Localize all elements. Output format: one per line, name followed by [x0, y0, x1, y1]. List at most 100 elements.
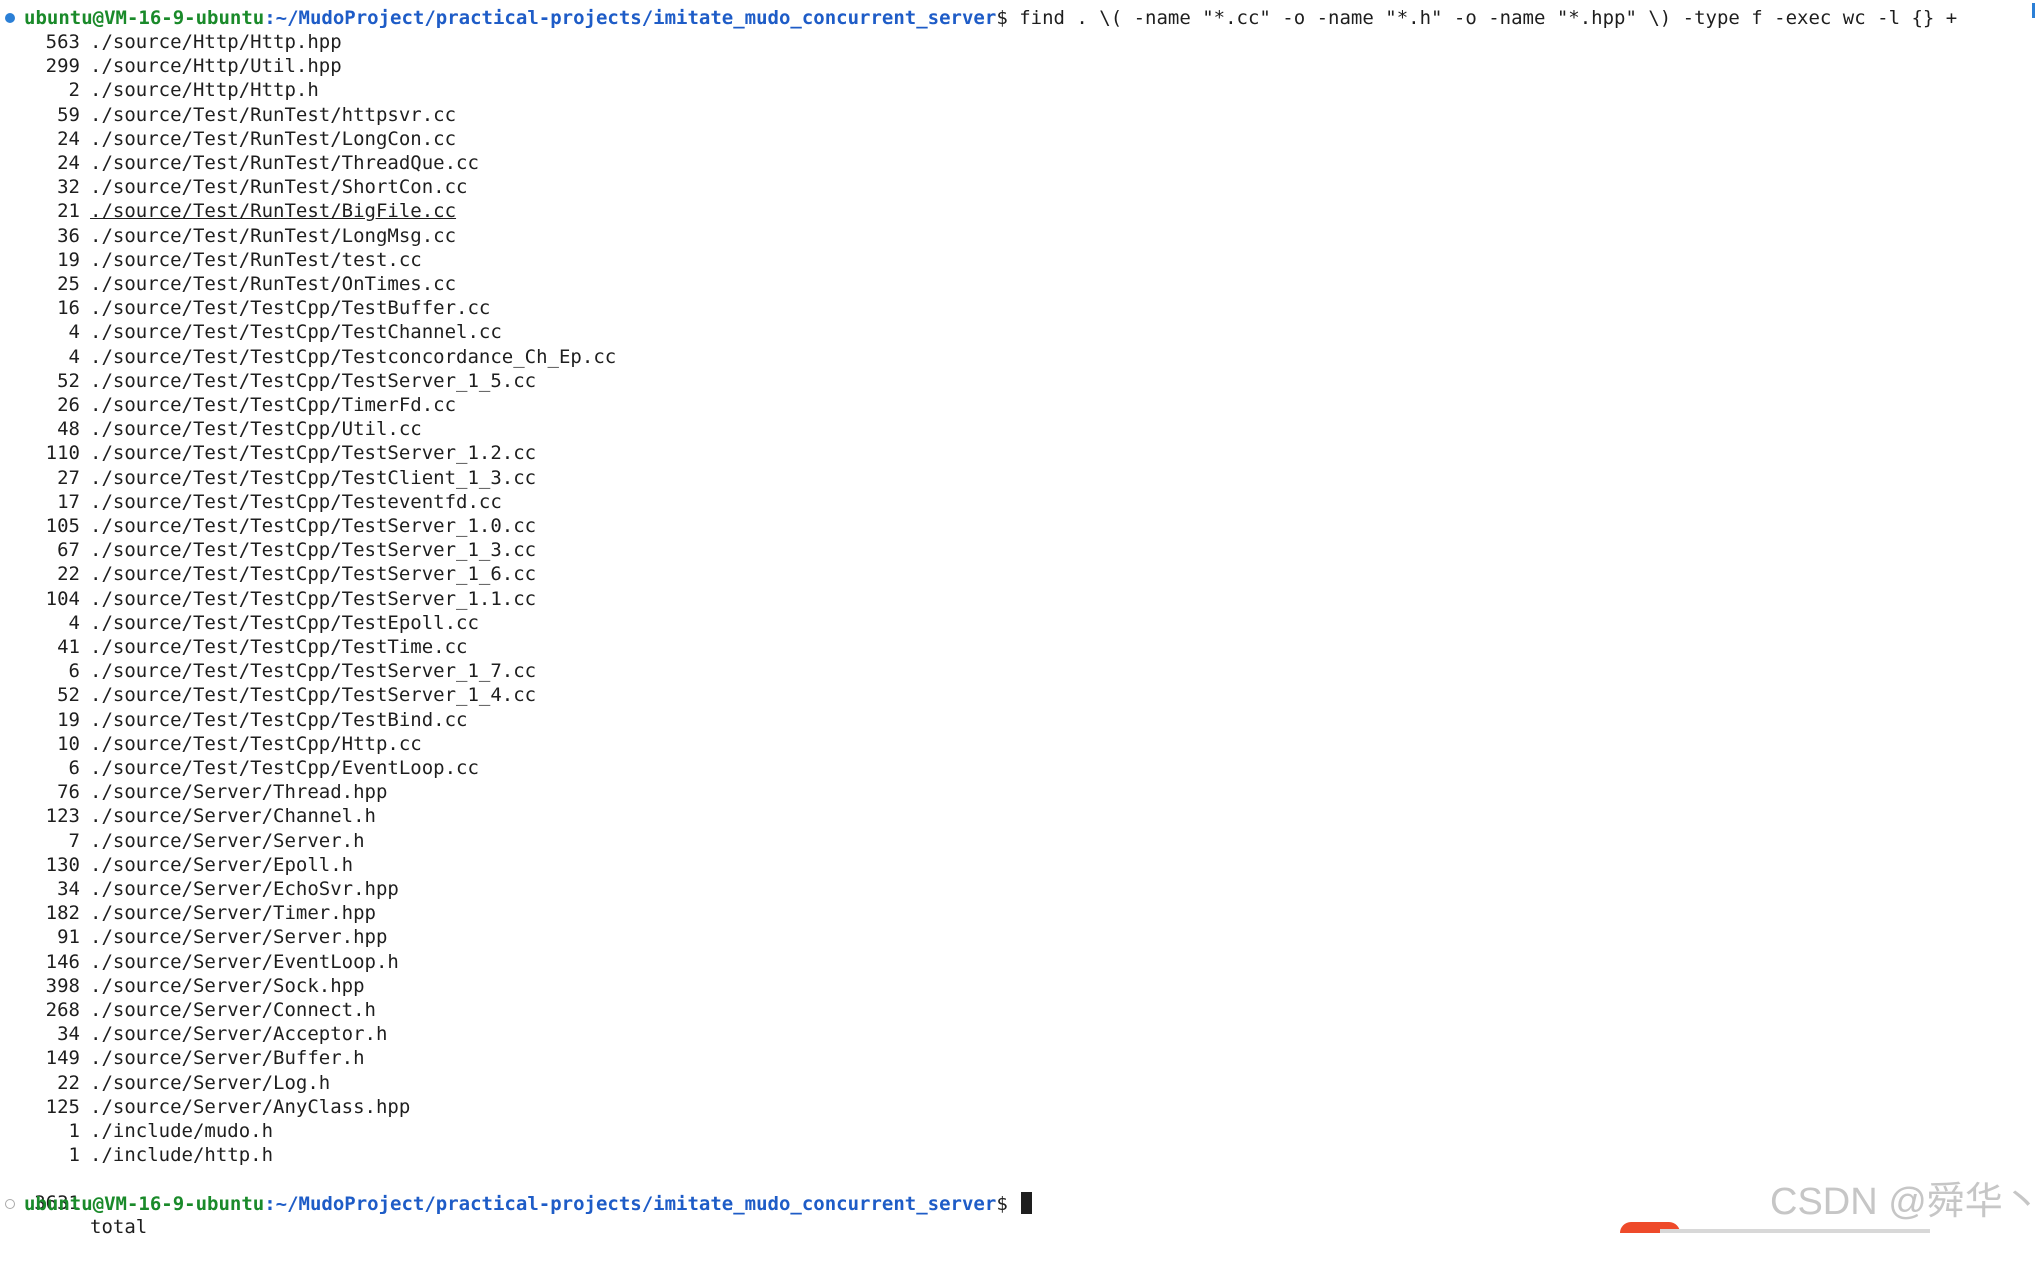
line-count: 19: [57, 248, 80, 271]
line-count: 32: [57, 176, 80, 199]
file-path: ./source/Test/TestCpp/Testconcordance_Ch…: [90, 345, 617, 368]
file-path: ./source/Server/Log.h: [90, 1071, 331, 1094]
file-path: ./source/Server/EchoSvr.hpp: [90, 878, 399, 900]
line-count: 27: [57, 466, 80, 489]
line-count: 24: [57, 152, 80, 174]
file-path: ./source/Server/Server.hpp: [90, 926, 388, 949]
file-path: ./source/Http/Http.h: [90, 79, 319, 102]
file-path: ./source/Test/TestCpp/TestServer_1_3.cc: [90, 539, 537, 562]
file-path: ./source/Test/TestCpp/Util.cc: [90, 418, 422, 441]
line-count: 7: [68, 829, 80, 852]
file-path: ./source/Test/TestCpp/TestServer_1.1.cc: [90, 587, 537, 610]
line-count: 24: [57, 127, 80, 150]
command-status-dot-icon[interactable]: [5, 13, 15, 23]
line-count: 76: [57, 781, 80, 804]
line-count: 130: [45, 853, 80, 876]
file-path: ./source/Server/Epoll.h: [90, 853, 354, 876]
line-count: 26: [57, 394, 80, 416]
line-count: 563: [45, 31, 80, 53]
line-count: 1: [68, 1120, 80, 1142]
file-path: ./source/Test/RunTest/ThreadQue.cc: [90, 152, 479, 174]
file-path: ./source/Test/RunTest/LongCon.cc: [90, 127, 457, 150]
file-path: ./source/Test/TestCpp/TestBuffer.cc: [90, 297, 491, 320]
file-path: ./source/Server/Buffer.h: [90, 1047, 365, 1070]
file-path: ./source/Test/TestCpp/TestEpoll.cc: [90, 611, 479, 634]
file-path: ./source/Test/TestCpp/TestTime.cc: [90, 636, 468, 658]
line-count: 146: [45, 950, 80, 973]
file-path: ./source/Test/RunTest/OnTimes.cc: [90, 273, 457, 295]
file-path: ./include/mudo.h: [90, 1120, 274, 1142]
file-path: ./source/Test/TestCpp/TestServer_1_6.cc: [90, 563, 537, 586]
file-path: ./source/Test/TestCpp/TestServer_1_4.cc: [90, 684, 537, 707]
file-path: ./source/Test/RunTest/ShortCon.cc: [90, 176, 468, 199]
line-count: 299: [45, 55, 80, 78]
line-count: 104: [45, 587, 80, 610]
line-count: 22: [57, 563, 80, 586]
line-count: 48: [57, 418, 80, 441]
file-path: ./source/Test/TestCpp/TestServer_1.2.cc: [90, 442, 537, 465]
file-path: ./source/Server/Channel.h: [90, 805, 376, 828]
line-count: 4: [68, 321, 80, 344]
line-count: 398: [45, 974, 80, 997]
gray-decoration-bar: [1660, 1229, 1930, 1233]
prompt-symbol: $: [996, 7, 1008, 29]
text-cursor[interactable]: [1021, 1191, 1033, 1214]
line-count: 41: [57, 636, 80, 658]
total-line: 3631 total: [0, 1167, 147, 1238]
second-prompt-line[interactable]: ubuntu@VM-16-9-ubuntu:~/MudoProject/prac…: [0, 1191, 1033, 1216]
file-path: ./source/Test/RunTest/LongMsg.cc: [90, 224, 457, 247]
prompt-path: :~/MudoProject/practical-projects/imitat…: [264, 1192, 997, 1215]
line-count: 36: [57, 224, 80, 247]
line-count: 6: [68, 660, 80, 683]
line-count: 268: [45, 999, 80, 1021]
prompt-user-host: ubuntu@VM-16-9-ubuntu: [24, 7, 265, 29]
scroll-indicator[interactable]: [2032, 3, 2035, 18]
file-path: ./source/Test/TestCpp/TestChannel.cc: [90, 321, 502, 344]
file-path: ./source/Test/TestCpp/TestServer_1_5.cc: [90, 369, 537, 392]
line-count: 110: [45, 442, 80, 465]
line-count: 105: [45, 515, 80, 537]
line-count: 6: [68, 757, 80, 779]
terminal-window[interactable]: ubuntu@VM-16-9-ubuntu :~/MudoProject/prac…: [0, 0, 2037, 1238]
line-count: 4: [68, 611, 80, 634]
line-count: 52: [57, 684, 80, 707]
file-path: ./source/Server/Thread.hpp: [90, 781, 388, 804]
file-path: ./source/Test/TestCpp/TimerFd.cc: [90, 394, 457, 416]
line-count: 67: [57, 539, 80, 562]
file-path: ./source/Test/TestCpp/TestServer_1.0.cc: [90, 515, 537, 537]
file-path: ./source/Server/Timer.hpp: [90, 902, 376, 925]
prompt-text: ubuntu@VM-16-9-ubuntu:~/MudoProject/prac…: [24, 6, 1957, 30]
line-count: 34: [57, 878, 80, 900]
first-prompt-line: ubuntu@VM-16-9-ubuntu:~/MudoProject/prac…: [0, 6, 1957, 30]
command-text: find . \( -name "*.cc" -o -name "*.h" -o…: [1007, 7, 1958, 29]
file-path: ./source/Test/RunTest/BigFile.cc: [90, 200, 457, 223]
line-count: 182: [45, 902, 80, 925]
line-count: 25: [57, 273, 80, 295]
idle-status-dot-icon[interactable]: [5, 1198, 15, 1209]
line-count: 19: [57, 708, 80, 731]
line-count: 59: [57, 103, 80, 126]
file-path: ./source/Test/RunTest/httpsvr.cc: [90, 103, 457, 126]
line-count: 123: [45, 805, 80, 828]
prompt-symbol: $: [996, 1192, 1008, 1215]
file-path: ./source/Server/Acceptor.h: [90, 1023, 388, 1046]
file-path: ./source/Server/Server.h: [90, 829, 365, 852]
line-count: 21: [57, 200, 80, 223]
line-count: 52: [57, 369, 80, 392]
file-path: ./source/Test/RunTest/test.cc: [90, 248, 422, 271]
file-path: ./source/Http/Http.hpp: [90, 31, 342, 53]
line-count: 17: [57, 490, 80, 513]
line-count: 16: [57, 297, 80, 320]
line-count: 1: [68, 1144, 80, 1167]
file-path: ./source/Server/AnyClass.hpp: [90, 1095, 411, 1118]
csdn-watermark: CSDN @舜华丶: [1770, 1181, 2037, 1223]
file-path: ./source/Test/TestCpp/Http.cc: [90, 732, 422, 755]
file-path: ./include/http.h: [90, 1144, 274, 1167]
line-count: 34: [57, 1023, 80, 1046]
file-path: ./source/Server/Connect.h: [90, 999, 376, 1021]
line-count: 149: [45, 1047, 80, 1070]
file-path: ./source/Test/TestCpp/EventLoop.cc: [90, 757, 479, 779]
file-path: ./source/Test/TestCpp/TestServer_1_7.cc: [90, 660, 537, 683]
file-path: ./source/Server/EventLoop.h: [90, 950, 399, 973]
file-path: ./source/Test/TestCpp/TestBind.cc: [90, 708, 468, 731]
